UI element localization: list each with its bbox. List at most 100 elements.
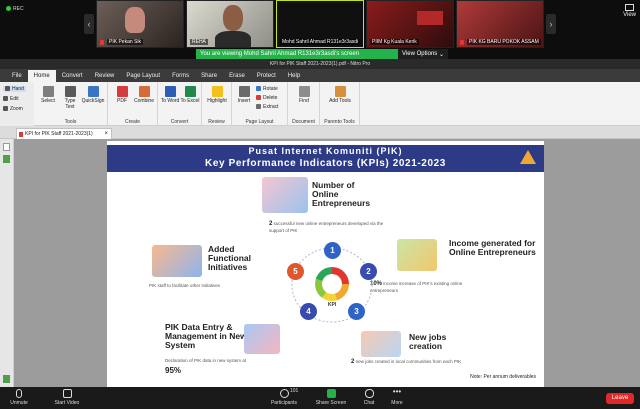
share-screen-icon: [326, 389, 336, 398]
kpi-number-4: 4: [300, 303, 317, 320]
kpi-number-5: 5: [287, 263, 304, 280]
tab-convert[interactable]: Convert: [56, 70, 89, 82]
jobs-illustration: [361, 331, 401, 357]
kpi-income-title: Income generated for Online Entrepreneur…: [449, 238, 536, 257]
recording-indicator: REC: [6, 6, 24, 12]
leave-button[interactable]: Leave: [606, 393, 634, 404]
participant-tile[interactable]: REHA: [186, 0, 274, 48]
grid-view-icon: [625, 4, 635, 11]
tab-page-layout[interactable]: Page Layout: [120, 70, 166, 82]
pdf-button[interactable]: PDF: [112, 86, 132, 104]
close-tab-icon[interactable]: ×: [104, 129, 108, 139]
tab-file[interactable]: File: [6, 70, 28, 82]
hand-tool[interactable]: Hand: [3, 86, 26, 92]
rotate-button[interactable]: Rotate: [256, 86, 278, 92]
kpi-income-text: income increase of PIK's existing online…: [370, 281, 463, 293]
quicksign-pen-icon: [87, 86, 99, 97]
tab-home[interactable]: Home: [27, 70, 56, 82]
pik-logo-icon: [520, 150, 536, 164]
kpi-number-1: 1: [324, 242, 341, 259]
tab-share[interactable]: Share: [195, 70, 223, 82]
start-video-button[interactable]: Start Video: [50, 389, 84, 406]
online-shop-illustration: [262, 177, 308, 213]
participant-tile[interactable]: PIIM Kg Kuala Kerik: [366, 0, 454, 48]
group-label-parento-tools: Parento Tools: [324, 119, 355, 125]
pdf-doc-icon: [19, 132, 23, 137]
kpi-income-desc: 10% income increase of PIK's existing on…: [370, 281, 490, 293]
group-review: Highlight Review: [202, 82, 232, 126]
pages-panel-icon[interactable]: [3, 143, 10, 151]
participant-tile[interactable]: PIK KG BARU POKOK ASSAM: [456, 0, 544, 48]
kpi-center-label: KPI: [327, 302, 337, 308]
more-button[interactable]: ••• More: [386, 387, 408, 407]
kpi-number-3: 3: [348, 303, 365, 320]
type-text-label: Type Text: [64, 98, 76, 110]
view-button[interactable]: View: [623, 4, 636, 18]
kpi-data-entry-desc: Declaration of PIK data in new system at: [165, 358, 247, 363]
excel-icon: [184, 86, 196, 97]
unmute-button[interactable]: Unmute: [6, 389, 32, 406]
select-button[interactable]: Select: [38, 86, 58, 104]
gallery-prev-arrow[interactable]: ‹: [84, 14, 94, 34]
kpi-jobs-value: 2: [351, 359, 355, 365]
participant-tile[interactable]: PIK Pekan Sik: [96, 0, 184, 48]
slide-note: Note: Per annum deliverables: [470, 374, 536, 380]
tab-protect[interactable]: Protect: [251, 70, 282, 82]
kpi-online-entrepreneurs-title: Number of Online Entrepreneurs: [312, 180, 371, 208]
rotate-icon: [256, 86, 261, 92]
group-document: Find Document: [288, 82, 320, 126]
add-tools-button[interactable]: Add Tools: [328, 86, 352, 104]
participant-video-face: [223, 5, 243, 31]
kpi-center-diagram: KPI 1 2 3 4 5: [281, 239, 383, 327]
tab-help[interactable]: Help: [282, 70, 306, 82]
to-excel-label: To Excel: [180, 98, 200, 104]
group-label-page-layout: Page Layout: [245, 119, 274, 125]
attachments-icon[interactable]: [3, 375, 10, 383]
kpi-data-entry-value: 95%: [165, 366, 182, 375]
participant-video-face: [125, 7, 145, 33]
delete-label: Delete: [263, 95, 278, 101]
share-screen-button[interactable]: Share Screen: [312, 389, 350, 406]
app-title-bar: KPI for PIK Staff 2021-2023(1).pdf - Nit…: [0, 59, 640, 69]
tab-forms[interactable]: Forms: [166, 70, 195, 82]
delete-icon: [256, 95, 261, 101]
find-button[interactable]: Find: [294, 86, 314, 104]
chat-button[interactable]: Chat: [358, 389, 380, 406]
tab-review[interactable]: Review: [89, 70, 121, 82]
kpi-jobs-text: new jobs created in local communities fr…: [355, 359, 462, 364]
edit-icon: [3, 96, 8, 102]
view-options-button[interactable]: View Options ⌄: [398, 49, 448, 59]
view-label: View: [623, 12, 636, 18]
bookmarks-icon[interactable]: [3, 155, 10, 163]
insert-button[interactable]: Insert: [234, 86, 254, 104]
to-excel-button[interactable]: To Excel: [180, 86, 200, 104]
muted-mic-icon: [460, 40, 464, 45]
data-management-illustration: [244, 324, 280, 354]
zoom-icon: [3, 106, 8, 112]
extract-button[interactable]: Extract: [256, 104, 279, 110]
type-text-button[interactable]: Type Text: [60, 86, 80, 110]
edit-tool[interactable]: Edit: [3, 96, 19, 102]
add-tools-label: Add Tools: [329, 98, 351, 104]
tab-erase[interactable]: Erase: [223, 70, 251, 82]
pdf-file-icon: [116, 86, 128, 97]
participant-tile-active-speaker[interactable]: Mohd Sahril Ahmad R131e3r3asdi: [276, 0, 364, 48]
zoom-tool[interactable]: Zoom: [3, 106, 23, 112]
tool-palette: Hand Edit Zoom: [0, 82, 34, 126]
group-label-tools: Tools: [64, 119, 77, 125]
document-tab[interactable]: KPI for PIK Staff 2021-2023(1) ×: [16, 128, 112, 139]
delete-button[interactable]: Delete: [256, 95, 277, 101]
combine-icon: [138, 86, 150, 97]
kpi-online-entrepreneurs-desc: 2 successful new online entrepreneurs de…: [269, 221, 389, 233]
highlight-button[interactable]: Highlight: [204, 86, 230, 104]
highlight-marker-icon: [211, 86, 223, 97]
participant-name: Mohd Sahril Ahmad R131e3r3asdi: [280, 39, 361, 45]
rotate-label: Rotate: [263, 86, 278, 92]
to-word-button[interactable]: To Word: [160, 86, 180, 104]
participants-icon: [279, 389, 289, 398]
share-screen-label: Share Screen: [315, 400, 347, 406]
more-dots-icon: •••: [392, 387, 402, 396]
combine-button[interactable]: Combine: [132, 86, 156, 104]
gallery-next-arrow[interactable]: ›: [546, 14, 556, 34]
quicksign-button[interactable]: QuickSign: [80, 86, 106, 104]
